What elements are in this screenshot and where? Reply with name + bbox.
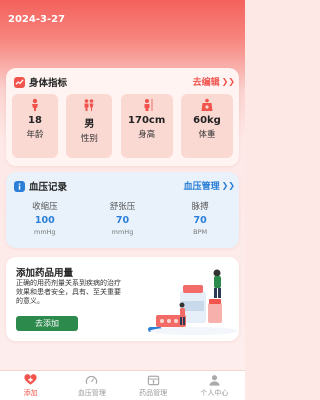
medicine-title: 添加药品用量 (16, 268, 74, 279)
home-screen: 2024-3-27 身体指标 去编辑 ❯❯ 18 年龄 男 性别 170cm 身… (0, 0, 245, 400)
add-medicine-button[interactable]: 去添加 (16, 316, 78, 331)
bp-header: 血压记录 (14, 179, 67, 193)
bp-pulse-label: 脉搏 (191, 202, 209, 212)
metric-age[interactable]: 18 年龄 (12, 94, 58, 158)
medicine-box-icon (147, 375, 159, 386)
medicine-card: 添加药品用量 正确的用药剂量关系到疾病的治疗效果和患者安全，具有、至关重要的意义… (6, 257, 239, 341)
bottom-tab-bar: 添加 血压管理 药品管理 个人中心 (0, 370, 245, 400)
metric-age-label: 年龄 (26, 130, 44, 140)
person-icon (32, 98, 38, 111)
tab-bp-manage[interactable]: 血压管理 (65, 374, 119, 398)
edit-metrics-label: 去编辑 (192, 78, 220, 88)
tab-medicine-manage[interactable]: 药品管理 (126, 374, 180, 398)
metric-gender-value: 男 (84, 119, 95, 130)
tab-medicine-manage-label: 药品管理 (139, 389, 168, 397)
bp-systolic-value: 100 (34, 215, 55, 226)
chevron-right-icon: ❯❯ (221, 181, 235, 190)
bp-manage-link[interactable]: 血压管理 ❯❯ (184, 179, 235, 192)
date-label: 2024-3-27 (8, 14, 66, 25)
bp-pulse: 脉搏 70 BPM (170, 200, 230, 236)
weight-icon (201, 98, 213, 111)
blood-pressure-card: 血压记录 血压管理 ❯❯ 收缩压 100 mmHg 舒张压 70 mmHg 脉搏… (6, 172, 239, 248)
metric-height-label: 身高 (138, 130, 156, 140)
bp-manage-label: 血压管理 (183, 182, 220, 192)
metric-weight-value: 60kg (193, 115, 221, 126)
heart-plus-icon (24, 374, 37, 385)
metric-gender[interactable]: 男 性别 (66, 94, 113, 158)
info-icon (14, 180, 25, 192)
height-icon (144, 99, 153, 111)
bp-systolic-label: 收缩压 (32, 202, 58, 212)
metric-height-value: 170cm (128, 115, 166, 126)
medicine-description: 正确的用药剂量关系到疾病的治疗效果和患者安全，具有、至关重要的意义。 (16, 279, 121, 305)
tab-profile[interactable]: 个人中心 (187, 374, 241, 398)
metric-height[interactable]: 170cm 身高 (120, 94, 173, 158)
metric-gender-label: 性别 (80, 134, 98, 144)
bp-pulse-unit: BPM (193, 228, 208, 236)
bp-systolic: 收缩压 100 mmHg (15, 200, 75, 236)
bp-pulse-value: 70 (193, 215, 207, 226)
chart-line-icon (14, 76, 25, 88)
user-icon (209, 375, 220, 386)
bp-values-row: 收缩压 100 mmHg 舒张压 70 mmHg 脉搏 70 BPM (6, 200, 239, 236)
tab-profile-label: 个人中心 (200, 389, 229, 397)
edit-metrics-link[interactable]: 去编辑 ❯❯ (193, 75, 235, 88)
tab-add[interactable]: 添加 (4, 374, 58, 398)
tab-bp-manage-label: 血压管理 (77, 389, 106, 397)
bp-diastolic-label: 舒张压 (109, 202, 136, 212)
body-metrics-header: 身体指标 (14, 75, 67, 89)
metric-weight[interactable]: 60kg 体重 (180, 94, 233, 158)
bp-systolic-unit: mmHg (33, 228, 56, 236)
bp-diastolic-unit: mmHg (111, 228, 134, 236)
tab-add-label: 添加 (23, 389, 38, 397)
gauge-icon (86, 375, 98, 384)
bp-diastolic: 舒张压 70 mmHg (92, 200, 152, 236)
gender-icon (84, 99, 94, 111)
body-metrics-title: 身体指标 (29, 78, 68, 89)
chevron-right-icon: ❯❯ (221, 77, 235, 86)
medicine-illustration (148, 269, 238, 335)
body-metrics-card: 身体指标 去编辑 ❯❯ 18 年龄 男 性别 170cm 身高 60kg 体重 (6, 68, 239, 166)
metric-weight-label: 体重 (198, 130, 216, 140)
metrics-row: 18 年龄 男 性别 170cm 身高 60kg 体重 (12, 94, 233, 158)
bp-diastolic-value: 70 (115, 215, 130, 226)
bp-title: 血压记录 (29, 182, 68, 193)
metric-age-value: 18 (28, 115, 42, 126)
